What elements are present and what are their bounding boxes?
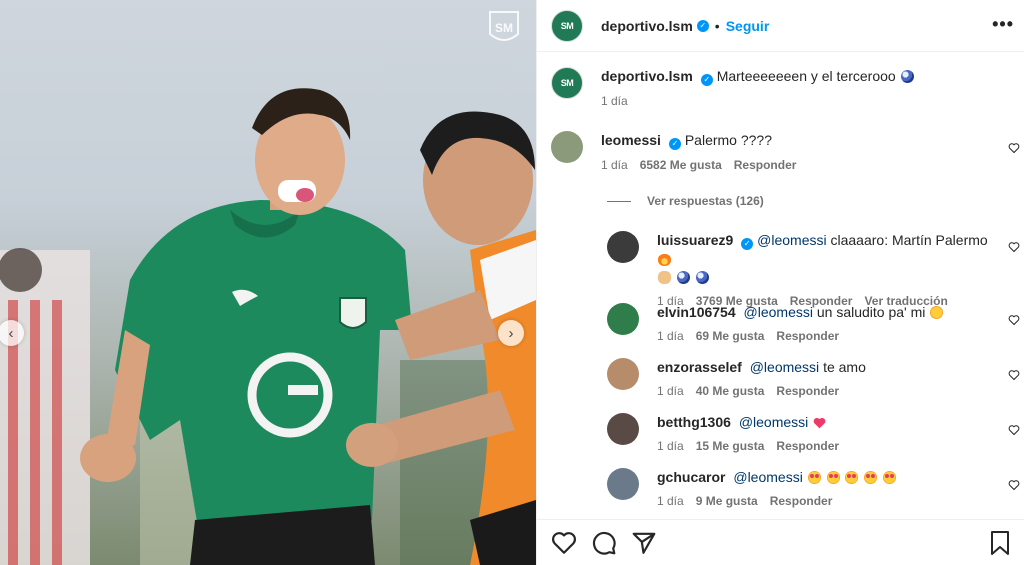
comment-text: claaaaro: Martín Palermo	[830, 232, 988, 248]
comment-time: 1 día	[657, 439, 684, 453]
mention-link[interactable]: @leomessi	[744, 304, 813, 320]
separator-dot: •	[714, 17, 720, 34]
mention-link[interactable]: @leomessi	[750, 359, 819, 375]
mention-link[interactable]: @leomessi	[739, 414, 808, 430]
more-options-icon[interactable]: •••	[992, 14, 1014, 35]
comment-username[interactable]: luissuarez9	[657, 232, 733, 248]
heart-eyes-icon	[864, 471, 878, 484]
post-caption: SM deportivo.lsm ✓ Marteeeeeeen y el terc…	[551, 67, 915, 108]
bookmark-save-icon[interactable]	[988, 530, 1012, 556]
verified-badge-icon: ✓	[741, 238, 754, 250]
comment-username[interactable]: enzorasselef	[657, 359, 742, 375]
comment-text: te amo	[823, 359, 866, 375]
comment-text: Palermo ????	[684, 132, 772, 148]
share-paper-plane-icon[interactable]	[631, 530, 657, 556]
comment-username[interactable]: leomessi	[601, 132, 661, 148]
reply-button[interactable]: Responder	[776, 439, 839, 453]
comments-section[interactable]: SM deportivo.lsm ✓ Marteeeeeeen y el terc…	[537, 53, 1024, 519]
verified-badge-icon: ✓	[696, 19, 709, 32]
comment-time: 1 día	[657, 494, 684, 508]
reply-button[interactable]: Responder	[770, 494, 833, 508]
reply-item: gchucaror @leomessi 1 día 9 Me gusta Res…	[607, 468, 897, 508]
comment-item: leomessi ✓ Palermo ???? 1 día 6582 Me gus…	[551, 131, 1021, 172]
follow-button[interactable]: Seguir	[726, 18, 770, 34]
comment-likes[interactable]: 6582 Me gusta	[640, 158, 722, 172]
comment-time: 1 día	[657, 384, 684, 398]
mention-link[interactable]: @leomessi	[757, 232, 826, 248]
like-heart-icon[interactable]	[1008, 369, 1020, 381]
comment-bubble-icon[interactable]	[591, 530, 617, 556]
commenter-avatar[interactable]	[607, 358, 639, 390]
reply-item: enzorasselef @leomessi te amo 1 día 40 M…	[607, 358, 866, 398]
soccer-ball-icon	[900, 70, 914, 83]
photo-scene	[0, 88, 536, 565]
club-watermark-icon: SM	[489, 11, 519, 41]
comment-likes[interactable]: 15 Me gusta	[696, 439, 765, 453]
mention-link[interactable]: @leomessi	[733, 469, 802, 485]
reply-button[interactable]: Responder	[776, 329, 839, 343]
author-avatar[interactable]: SM	[551, 9, 583, 42]
like-heart-icon[interactable]	[551, 530, 577, 556]
heart-eyes-icon	[807, 471, 821, 484]
verified-badge-icon: ✓	[668, 138, 681, 150]
comment-likes[interactable]: 40 Me gusta	[696, 384, 765, 398]
reply-item: elvin106754 @leomessi un saludito pa' mi…	[607, 303, 944, 343]
clap-icon	[658, 271, 671, 284]
view-replies-button[interactable]: Ver respuestas (126)	[607, 194, 764, 208]
replies-divider	[607, 200, 631, 202]
like-heart-icon[interactable]	[1008, 424, 1020, 436]
caption-text: Marteeeeeeen y el tercerooo	[716, 68, 896, 84]
author-username[interactable]: deportivo.lsm	[601, 18, 693, 34]
chevron-right-icon: ›	[508, 324, 514, 342]
post-photo[interactable]: SM ‹ ›	[0, 0, 536, 565]
flushed-face-icon	[930, 306, 944, 319]
svg-text:SM: SM	[495, 21, 513, 35]
commenter-avatar[interactable]	[607, 231, 639, 263]
heart-eyes-icon	[826, 471, 840, 484]
comment-username[interactable]: elvin106754	[657, 304, 736, 320]
comment-time: 1 día	[601, 158, 628, 172]
caption-time: 1 día	[601, 94, 628, 108]
reply-item: betthg1306 @leomessi 1 día 15 Me gusta R…	[607, 413, 839, 453]
next-photo-button[interactable]: ›	[498, 320, 524, 346]
heart-eyes-icon	[845, 471, 859, 484]
post-panel: SM deportivo.lsm ✓ • Seguir ••• SM depor…	[536, 0, 1024, 565]
commenter-avatar[interactable]	[607, 413, 639, 445]
commenter-avatar[interactable]	[551, 131, 583, 163]
comment-time: 1 día	[657, 329, 684, 343]
reply-button[interactable]: Responder	[776, 384, 839, 398]
like-heart-icon[interactable]	[1008, 314, 1020, 326]
verified-badge-icon: ✓	[700, 74, 713, 86]
soccer-ball-icon	[695, 271, 709, 284]
pink-heart-icon	[813, 417, 826, 429]
like-heart-icon[interactable]	[1008, 479, 1020, 491]
comment-likes[interactable]: 69 Me gusta	[696, 329, 765, 343]
soccer-ball-icon	[676, 271, 690, 284]
commenter-avatar[interactable]	[607, 303, 639, 335]
caption-author-avatar[interactable]: SM	[551, 67, 583, 99]
post-header: SM deportivo.lsm ✓ • Seguir •••	[537, 0, 1024, 52]
comment-likes[interactable]: 9 Me gusta	[696, 494, 758, 508]
reply-item: luissuarez9 ✓ @leomessi claaaaro: Martín …	[607, 231, 1007, 308]
caption-username[interactable]: deportivo.lsm	[601, 68, 693, 84]
comment-text: un saludito pa' mi	[816, 304, 926, 320]
chevron-left-icon: ‹	[8, 324, 14, 342]
comment-username[interactable]: gchucaror	[657, 469, 725, 485]
comment-username[interactable]: betthg1306	[657, 414, 731, 430]
fire-icon	[658, 253, 671, 266]
post-actions-bar	[537, 519, 1024, 565]
heart-eyes-icon	[883, 471, 897, 484]
like-heart-icon[interactable]	[1008, 142, 1020, 154]
reply-button[interactable]: Responder	[734, 158, 797, 172]
like-heart-icon[interactable]	[1008, 241, 1020, 253]
commenter-avatar[interactable]	[607, 468, 639, 500]
